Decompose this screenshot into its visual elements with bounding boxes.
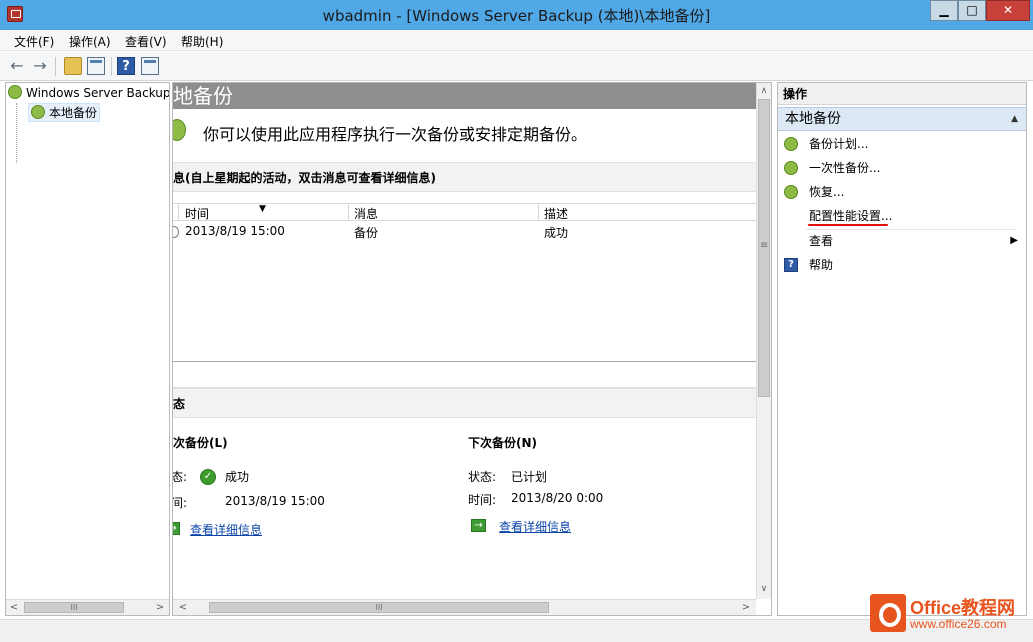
column-separator[interactable] xyxy=(538,204,539,221)
cell-description: 成功 xyxy=(544,224,568,241)
highlight-underline xyxy=(808,224,888,226)
table-bottom-border xyxy=(173,361,756,362)
up-folder-icon[interactable] xyxy=(64,57,82,75)
messages-section-header: 息(自上星期起的活动，双击消息可查看详细信息) xyxy=(173,162,756,192)
action-configure-performance[interactable]: 配置性能设置... xyxy=(778,205,1026,227)
messages-table-header: 时间 ▼ 消息 描述 xyxy=(173,203,756,221)
toolbar: ← → ? xyxy=(0,52,1033,81)
last-time-label: 间: xyxy=(172,494,187,511)
next-time-label: 时间: xyxy=(468,491,496,508)
column-separator[interactable] xyxy=(348,204,349,221)
action-recover[interactable]: 恢复... xyxy=(778,181,1026,203)
tree-item-label: 本地备份 xyxy=(49,106,97,120)
action-label: 帮助 xyxy=(809,254,833,276)
details-arrow-icon: → xyxy=(471,519,486,532)
scroll-up-button[interactable]: ∧ xyxy=(757,83,771,99)
cell-message: 备份 xyxy=(354,224,378,241)
scroll-thumb[interactable]: III xyxy=(209,602,549,613)
menu-bar: 文件(F) 操作(A) 查看(V) 帮助(H) xyxy=(0,30,1033,51)
watermark: Office教程网 www.office26.com xyxy=(868,592,1033,638)
back-arrow-icon[interactable]: ← xyxy=(8,57,26,75)
last-time-value: 2013/8/19 15:00 xyxy=(225,494,325,508)
toolbar-separator xyxy=(55,57,56,76)
action-view[interactable]: 查看 ▶ xyxy=(778,230,1026,252)
backup-icon xyxy=(172,119,186,141)
recover-icon xyxy=(784,185,798,199)
scroll-thumb[interactable]: III xyxy=(24,602,124,613)
tree-item-label: Windows Server Backup xyxy=(26,86,170,100)
help-icon[interactable]: ? xyxy=(117,57,135,75)
tree-item-local-backup[interactable]: 本地备份 xyxy=(28,103,100,122)
actions-title: 操作 xyxy=(778,83,1026,105)
next-status-value: 已计划 xyxy=(511,468,547,485)
last-status-label: 态: xyxy=(172,468,187,485)
minimize-button[interactable]: ▁ xyxy=(930,0,958,21)
event-info-icon xyxy=(172,226,179,238)
last-backup-title: 次备份(L) xyxy=(173,434,228,451)
actions-group-local-backup[interactable]: 本地备份 ▲ xyxy=(778,107,1026,131)
toolbar-separator xyxy=(111,57,112,76)
scroll-thumb[interactable]: ≡ xyxy=(758,99,770,397)
scroll-right-button[interactable]: > xyxy=(152,600,168,615)
result-horizontal-scrollbar[interactable]: < III > xyxy=(173,599,756,615)
scroll-down-button[interactable]: ∨ xyxy=(757,581,771,597)
tree-pane: Windows Server Backup 本地备份 < III > xyxy=(5,82,170,616)
backup-once-icon xyxy=(784,161,798,175)
backup-icon xyxy=(8,85,22,99)
show-hide-tree-icon[interactable] xyxy=(87,57,105,75)
result-pane: 地备份 你可以使用此应用程序执行一次备份或安排定期备份。 息(自上星期起的活动，… xyxy=(172,82,772,616)
next-backup-details-link[interactable]: 查看详细信息 xyxy=(499,518,571,535)
submenu-arrow-icon: ▶ xyxy=(1010,230,1018,252)
last-backup-details-link[interactable]: 查看详细信息 xyxy=(190,521,262,538)
action-help[interactable]: ? 帮助 xyxy=(778,254,1026,276)
column-time[interactable]: 时间 xyxy=(185,205,209,222)
scroll-left-button[interactable]: < xyxy=(175,600,191,615)
close-button[interactable]: ✕ xyxy=(986,0,1030,21)
status-section-header: 态 xyxy=(173,388,756,418)
next-time-value: 2013/8/20 0:00 xyxy=(511,491,603,505)
table-row[interactable]: 2013/8/19 15:00 备份 成功 xyxy=(173,223,756,241)
scroll-right-button[interactable]: > xyxy=(738,600,754,615)
forward-arrow-icon[interactable]: → xyxy=(31,57,49,75)
backup-schedule-icon xyxy=(784,137,798,151)
title-bar: wbadmin - [Windows Server Backup (本地)\本地… xyxy=(0,0,1033,30)
next-backup-title: 下次备份(N) xyxy=(468,434,537,451)
tree-horizontal-scrollbar[interactable]: < III > xyxy=(6,599,169,615)
help-icon: ? xyxy=(784,258,798,272)
window-title: wbadmin - [Windows Server Backup (本地)\本地… xyxy=(0,5,1033,26)
tree-connector xyxy=(16,103,28,163)
watermark-url: www.office26.com xyxy=(910,617,1007,631)
office-logo-icon xyxy=(870,594,906,632)
next-status-label: 状态: xyxy=(468,468,496,485)
action-label: 恢复... xyxy=(809,181,844,203)
column-description[interactable]: 描述 xyxy=(544,205,568,222)
column-message[interactable]: 消息 xyxy=(354,205,378,222)
action-label: 备份计划... xyxy=(809,133,868,155)
sort-desc-icon: ▼ xyxy=(259,204,266,214)
collapse-up-icon[interactable]: ▲ xyxy=(1011,108,1018,130)
actions-pane: 操作 本地备份 ▲ 备份计划... 一次性备份... 恢复... 配置性能设置.… xyxy=(777,82,1027,616)
intro-text: 你可以使用此应用程序执行一次备份或安排定期备份。 xyxy=(203,121,587,145)
action-backup-once[interactable]: 一次性备份... xyxy=(778,157,1026,179)
action-label: 查看 xyxy=(809,230,833,252)
actions-group-label: 本地备份 xyxy=(785,111,841,127)
menu-action[interactable]: 操作(A) xyxy=(69,33,111,50)
result-vertical-scrollbar[interactable]: ∧ ≡ ∨ xyxy=(756,83,771,599)
menu-file[interactable]: 文件(F) xyxy=(14,33,54,50)
column-separator xyxy=(178,204,179,221)
action-label: 一次性备份... xyxy=(809,157,880,179)
action-backup-schedule[interactable]: 备份计划... xyxy=(778,133,1026,155)
pane-header: 地备份 xyxy=(173,83,756,109)
cell-time: 2013/8/19 15:00 xyxy=(185,224,285,238)
show-hide-action-pane-icon[interactable] xyxy=(141,57,159,75)
details-arrow-icon: → xyxy=(172,522,180,535)
scroll-left-button[interactable]: < xyxy=(6,600,22,615)
maximize-button[interactable]: □ xyxy=(958,0,986,21)
tree-item-windows-server-backup[interactable]: Windows Server Backup xyxy=(8,85,170,100)
menu-view[interactable]: 查看(V) xyxy=(125,33,167,50)
menu-help[interactable]: 帮助(H) xyxy=(181,33,223,50)
backup-icon xyxy=(31,105,45,119)
success-check-icon: ✓ xyxy=(200,469,216,485)
last-status-value: 成功 xyxy=(225,468,249,485)
